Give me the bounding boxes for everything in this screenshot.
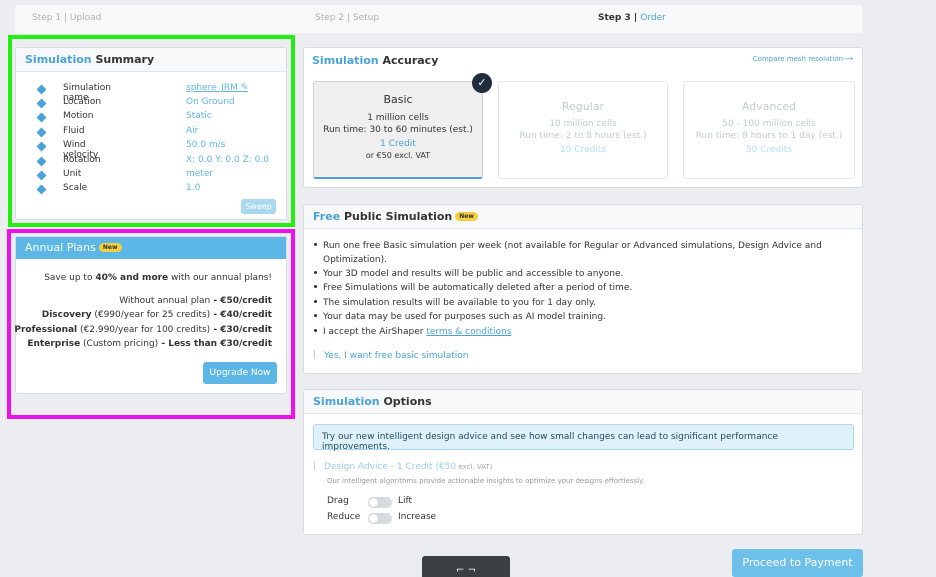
free-item: Your data may be used for purposes such … bbox=[314, 312, 606, 322]
highlight-box-pink bbox=[7, 229, 295, 419]
toggle-reduce-left-label: Reduce bbox=[327, 512, 361, 522]
proceed-to-payment-button[interactable]: Proceed to Payment bbox=[732, 549, 863, 577]
free-simulation-checkbox[interactable]: Yes, I want free basic simulation bbox=[314, 350, 468, 361]
step-1[interactable]: Step 1 | Upload bbox=[32, 13, 101, 23]
step-3[interactable]: Step 3 | Order bbox=[598, 13, 666, 23]
step-2[interactable]: Step 2 | Setup bbox=[315, 13, 379, 23]
new-badge: New bbox=[455, 212, 478, 221]
options-title: Simulation Options bbox=[304, 390, 862, 414]
toggle-increase-right-label: Increase bbox=[398, 512, 437, 522]
free-item: Your 3D model and results will be public… bbox=[314, 269, 623, 279]
selected-check-icon: ✓ bbox=[472, 73, 492, 93]
reduce-increase-toggle[interactable] bbox=[368, 513, 392, 524]
free-item: I accept the AirShaper terms & condition… bbox=[314, 327, 511, 337]
accuracy-card-advanced[interactable]: Advanced 50 - 100 million cells Run time… bbox=[683, 81, 855, 179]
accuracy-card-basic[interactable]: Basic 1 million cells Run time: 30 to 60… bbox=[313, 81, 483, 179]
free-public-simulation-panel: Free Public Simulation New Run one free B… bbox=[303, 204, 863, 374]
terms-link[interactable]: terms & conditions bbox=[426, 327, 511, 337]
accuracy-title: Simulation Accuracy bbox=[312, 54, 439, 67]
compare-mesh-link[interactable]: Compare mesh resolution⟶ bbox=[753, 55, 853, 63]
accuracy-card-regular[interactable]: Regular 10 million cells Run time: 2 to … bbox=[498, 81, 668, 179]
free-title: Free Public Simulation New bbox=[304, 205, 862, 229]
toggle-lift-right-label: Lift bbox=[398, 496, 413, 506]
toggle-drag-left-label: Drag bbox=[327, 496, 349, 506]
free-item-continued: Optimization). bbox=[323, 255, 387, 265]
design-advice-banner: Try our new intelligent design advice an… bbox=[313, 424, 854, 452]
free-item: Free Simulations will be automatically d… bbox=[314, 283, 632, 293]
highlight-box-green bbox=[8, 35, 295, 227]
design-advice-checkbox[interactable]: Design Advice - 1 Credit (€50 excl. VAT) bbox=[314, 461, 492, 472]
step-bar bbox=[15, 5, 862, 33]
free-item: Run one free Basic simulation per week (… bbox=[314, 241, 822, 251]
dark-footer-button[interactable]: ⌐ ¬ bbox=[422, 556, 510, 577]
simulation-accuracy-panel: Simulation Accuracy Compare mesh resolut… bbox=[303, 47, 863, 188]
design-advice-description: Our intelligent algorithms provide actio… bbox=[327, 477, 645, 485]
free-item: The simulation results will be available… bbox=[314, 298, 596, 308]
simulation-options-panel: Simulation Options Try our new intellige… bbox=[303, 389, 863, 535]
drag-lift-toggle[interactable] bbox=[368, 497, 392, 508]
